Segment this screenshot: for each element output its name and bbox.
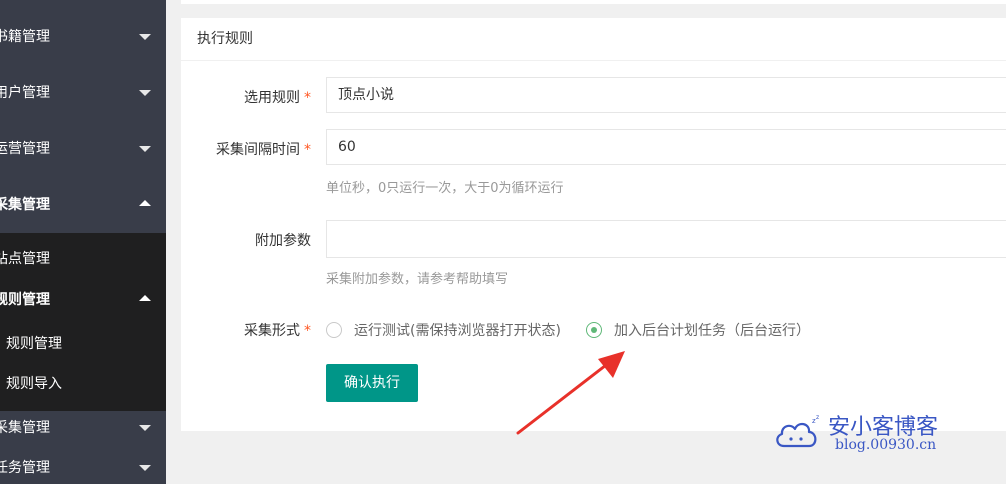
- radio-background-task[interactable]: 加入后台计划任务（后台运行）: [586, 320, 810, 340]
- sidebar-item-label: 书籍管理: [0, 29, 50, 45]
- sidebar-subitem-label: 站点管理: [0, 251, 50, 267]
- sidebar-item-label: 任务管理: [0, 460, 50, 476]
- rule-label: 选用规则 *: [244, 87, 311, 107]
- chevron-up-icon: [139, 200, 151, 206]
- rule-select[interactable]: 顶点小说: [326, 77, 1006, 113]
- sidebar-subitem-rule-import[interactable]: 规则导入: [0, 363, 166, 403]
- sidebar-subitem-label: 规则管理: [6, 336, 62, 352]
- chevron-down-icon: [139, 34, 151, 40]
- card-header: 执行规则: [181, 18, 1006, 61]
- required-mark: *: [304, 323, 311, 339]
- sidebar-item-label: 用户管理: [0, 85, 50, 101]
- sidebar-item-label: 采集管理: [0, 197, 50, 213]
- chevron-down-icon: [139, 146, 151, 152]
- radio-label: 加入后台计划任务（后台运行）: [614, 323, 810, 339]
- params-input[interactable]: [326, 220, 1006, 258]
- interval-label: 采集间隔时间 *: [216, 139, 311, 159]
- sidebar-item-books[interactable]: 书籍管理: [0, 9, 166, 65]
- radio-run-test[interactable]: 运行测试(需保持浏览器打开状态): [326, 320, 561, 340]
- chevron-down-icon: [139, 90, 151, 96]
- card-title: 执行规则: [197, 31, 253, 47]
- radio-checked-icon: [586, 322, 602, 338]
- radio-circle-icon: [326, 322, 342, 338]
- red-arrow-icon: [516, 351, 625, 435]
- mode-label-text: 采集形式: [244, 323, 300, 339]
- cloud-icon: z z: [776, 414, 819, 448]
- mode-label: 采集形式 *: [244, 320, 311, 340]
- required-mark: *: [304, 90, 311, 106]
- watermark-url: blog.00930.cn: [835, 437, 937, 453]
- sidebar-subitem-rules[interactable]: 规则管理: [0, 277, 166, 319]
- sidebar-subitem-label: 规则导入: [6, 376, 62, 392]
- interval-label-text: 采集间隔时间: [216, 142, 300, 158]
- interval-input[interactable]: 60: [326, 129, 1006, 165]
- rule-label-text: 选用规则: [244, 90, 300, 106]
- params-label-text: 附加参数: [255, 233, 311, 249]
- sidebar-item-label: 运营管理: [0, 141, 50, 157]
- params-label: 附加参数: [255, 230, 311, 250]
- interval-hint: 单位秒，0只运行一次，大于0为循环运行: [326, 181, 564, 196]
- confirm-execute-button[interactable]: 确认执行: [326, 364, 418, 402]
- previous-card-edge: [181, 0, 1006, 4]
- chevron-down-icon: [139, 425, 151, 431]
- sidebar-item-operations[interactable]: 运营管理: [0, 121, 166, 177]
- chevron-up-icon: [139, 295, 151, 301]
- sidebar-subitem-rule-manage[interactable]: 规则管理: [0, 323, 166, 363]
- sidebar-item-tasks[interactable]: 任务管理: [0, 440, 166, 484]
- sidebar-submenu: 站点管理 规则管理 规则管理 规则导入: [0, 233, 166, 411]
- sidebar-item-collection[interactable]: 采集管理: [0, 177, 166, 233]
- required-mark: *: [304, 142, 311, 158]
- sidebar-subitem-label: 规则管理: [0, 292, 50, 308]
- params-hint: 采集附加参数，请参考帮助填写: [326, 272, 509, 287]
- sidebar-item-users[interactable]: 用户管理: [0, 65, 166, 121]
- sidebar-subitem-sites[interactable]: 站点管理: [0, 233, 166, 281]
- radio-label: 运行测试(需保持浏览器打开状态): [354, 323, 561, 339]
- svg-text:z: z: [816, 414, 819, 421]
- sidebar: 书籍管理 用户管理 运营管理 采集管理 站点管理 规则管理 规则管理 规则导入 …: [0, 0, 166, 484]
- chevron-down-icon: [139, 465, 151, 471]
